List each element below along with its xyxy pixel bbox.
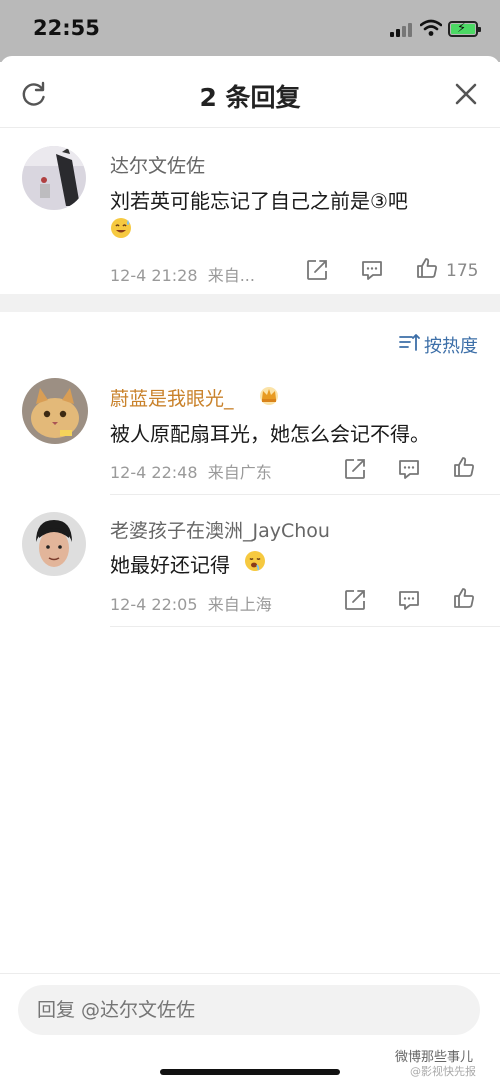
reply-location: 来自上海	[207, 595, 272, 614]
reply-text: 她最好还记得	[110, 553, 230, 577]
status-bar: 22:55 ⚡	[0, 0, 500, 62]
avatar[interactable]	[22, 512, 86, 576]
reply-date: 12-4 22:48	[110, 463, 198, 482]
comment-icon[interactable]	[397, 588, 421, 612]
like-count: 175	[446, 261, 479, 281]
comment-location: 来自...	[207, 266, 255, 285]
reply-text: 被人原配扇耳光，她怎么会记不得。	[110, 422, 430, 446]
sort-icon[interactable]	[398, 330, 420, 354]
comment-date: 12-4 21:28	[110, 266, 198, 285]
close-icon[interactable]	[452, 80, 480, 108]
comment-icon[interactable]	[360, 258, 384, 282]
avatar[interactable]	[22, 378, 88, 444]
sheet-header: 2 条回复	[0, 56, 500, 128]
reply-username[interactable]: 蔚蓝是我眼光_	[110, 384, 234, 411]
battery-icon: ⚡	[448, 21, 481, 37]
like-icon[interactable]	[452, 455, 476, 479]
reply-time: 12-4 22:48 来自广东	[110, 459, 272, 483]
reply-username[interactable]: 老婆孩子在澳洲_JayChou	[110, 516, 330, 543]
status-time: 22:55	[33, 16, 100, 40]
crown-icon	[260, 387, 278, 405]
replies-sheet: 2 条回复 达尔文佐佐 刘若英可能忘记了自己之前是③吧 12-4 21:28 来…	[0, 56, 500, 1083]
reply-footer: 微博那些事儿 @影视快先报	[0, 973, 500, 1083]
like-icon[interactable]	[452, 586, 476, 610]
sheet-title: 2 条回复	[199, 83, 301, 112]
comment-username[interactable]: 达尔文佐佐	[110, 151, 205, 178]
reply-input[interactable]	[18, 985, 480, 1035]
comment-time: 12-4 21:28 来自...	[110, 262, 255, 286]
forward-icon[interactable]	[343, 457, 367, 481]
avatar[interactable]	[22, 146, 86, 210]
reply-date: 12-4 22:05	[110, 595, 198, 614]
forward-icon[interactable]	[305, 258, 329, 282]
comment-text: 刘若英可能忘记了自己之前是③吧	[110, 189, 408, 213]
reply-time: 12-4 22:05 来自上海	[110, 591, 272, 615]
reply-location: 来自广东	[207, 463, 272, 482]
wifi-icon	[420, 19, 442, 36]
cellular-signal-icon	[390, 21, 416, 37]
forward-icon[interactable]	[343, 588, 367, 612]
comment-icon[interactable]	[397, 457, 421, 481]
watermark-subtext: @影视快先报	[410, 1065, 476, 1078]
reply-divider	[110, 494, 500, 495]
sort-by-hot-button[interactable]: 按热度	[424, 332, 478, 358]
section-gap	[0, 294, 500, 312]
reply-divider	[110, 626, 500, 627]
home-indicator[interactable]	[160, 1069, 340, 1075]
sweat-smile-emoji	[111, 218, 131, 238]
drooling-emoji	[245, 551, 265, 571]
like-icon[interactable]	[415, 256, 439, 280]
